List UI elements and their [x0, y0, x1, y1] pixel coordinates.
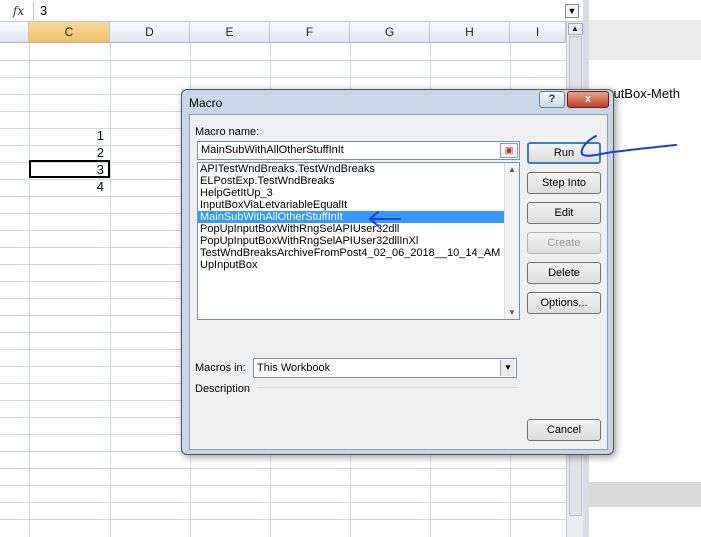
list-item-selected[interactable]: MainSubWithAllOtherStuffInIt — [198, 211, 519, 223]
cancel-button[interactable]: Cancel — [527, 419, 601, 441]
list-item[interactable]: ELPostExp.TestWndBreaks — [198, 175, 519, 187]
macro-name-value: MainSubWithAllOtherStuffInIt — [201, 144, 344, 156]
macros-in-label: Macros in: — [195, 362, 246, 374]
list-item[interactable]: UpInputBox — [198, 259, 519, 271]
list-item[interactable]: PopUpInputBoxWithRngSelAPIUser32dllInXl — [198, 235, 519, 247]
description-label: Description — [195, 383, 251, 395]
delete-button[interactable]: Delete — [527, 262, 601, 284]
scroll-down-icon[interactable]: ▼ — [508, 308, 516, 317]
list-item[interactable]: PopUpInputBoxWithRngSelAPIUser32dll — [198, 223, 519, 235]
collapse-dialog-icon[interactable]: ▣ — [500, 143, 518, 158]
run-button[interactable]: Run — [527, 142, 601, 164]
cell-c-value[interactable]: 2 — [29, 144, 107, 161]
scroll-up-icon[interactable]: ▲ — [508, 165, 516, 174]
column-header-i[interactable]: I — [510, 22, 566, 43]
grid-line — [0, 519, 566, 520]
column-header-g[interactable]: G — [350, 22, 430, 43]
macros-in-value: This Workbook — [257, 362, 331, 374]
column-header-c[interactable]: C — [29, 22, 110, 43]
function-icon[interactable]: fx — [4, 2, 34, 20]
options-button[interactable]: Options... — [527, 292, 601, 314]
expand-formula-bar-button[interactable]: ▼ — [565, 4, 579, 18]
active-cell-outline — [29, 160, 110, 178]
background-band — [589, 482, 701, 507]
step-into-button[interactable]: Step Into — [527, 172, 601, 194]
cell-c-value[interactable]: 1 — [29, 127, 107, 144]
grid-line — [0, 468, 566, 469]
list-item[interactable]: HelpGetItUp_3 — [198, 187, 519, 199]
background-band — [589, 20, 701, 60]
edit-button[interactable]: Edit — [527, 202, 601, 224]
column-header-h[interactable]: H — [430, 22, 510, 43]
macros-in-select[interactable]: This Workbook ▼ — [253, 358, 517, 378]
macro-name-input[interactable]: MainSubWithAllOtherStuffInIt ▣ — [197, 141, 520, 160]
formula-bar: fx 3 ▼ — [0, 0, 583, 22]
help-button[interactable]: ? — [539, 91, 565, 108]
dialog-body: Macro name: MainSubWithAllOtherStuffInIt… — [189, 114, 608, 450]
dialog-title: Macro — [189, 96, 223, 110]
macro-dialog: Macro ? x Macro name: MainSubWithAllOthe… — [181, 89, 614, 455]
list-scrollbar[interactable]: ▲ ▼ — [504, 163, 519, 319]
grid-line — [110, 43, 111, 537]
chevron-down-icon[interactable]: ▼ — [500, 360, 515, 376]
grid-line — [0, 77, 566, 78]
description-divider — [257, 387, 517, 388]
close-button[interactable]: x — [567, 91, 609, 108]
column-header-e[interactable]: E — [190, 22, 270, 43]
create-button[interactable]: Create — [527, 232, 601, 254]
list-item[interactable]: APITestWndBreaks.TestWndBreaks — [198, 163, 519, 175]
grid-line — [0, 485, 566, 486]
column-header-b[interactable] — [0, 22, 29, 43]
macro-name-label: Macro name: — [195, 126, 260, 138]
formula-input[interactable]: 3 — [40, 3, 47, 18]
scroll-up-icon[interactable]: ▲ — [567, 23, 583, 35]
macro-list[interactable]: APITestWndBreaks.TestWndBreaks ELPostExp… — [197, 162, 520, 320]
grid-line — [29, 43, 30, 537]
list-item[interactable]: TestWndBreaksArchiveFromPost4_02_06_2018… — [198, 247, 519, 259]
column-header-d[interactable]: D — [110, 22, 190, 43]
column-header-f[interactable]: F — [270, 22, 350, 43]
grid-line — [0, 60, 566, 61]
grid-line — [0, 502, 566, 503]
cell-c-value[interactable]: 4 — [29, 178, 107, 195]
list-item[interactable]: InputBoxViaLetvariableEqualIt — [198, 199, 519, 211]
